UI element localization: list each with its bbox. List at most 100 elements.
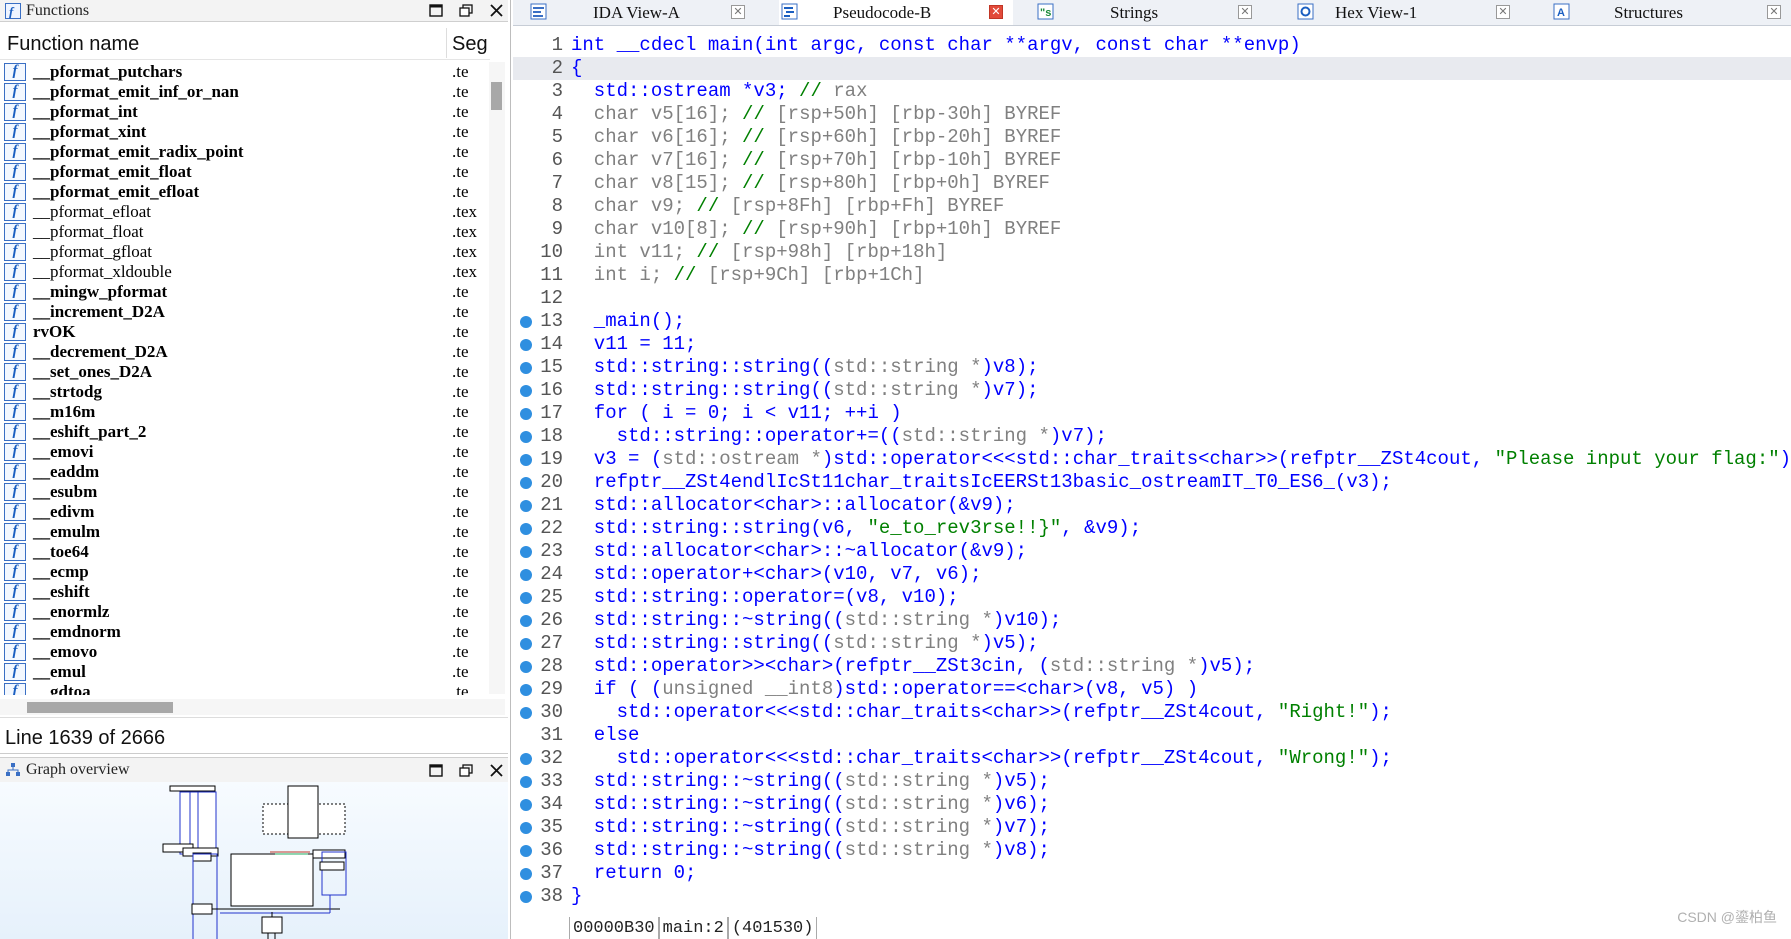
function-row[interactable]: f rvOK .te [0, 322, 486, 342]
function-row[interactable]: f __pformat_float .tex [0, 222, 486, 242]
code-token: std::operator<<<std::char_traits<char>>(… [571, 701, 1278, 723]
code-line[interactable]: 16 std::string::string((std::string *)v7… [513, 379, 1791, 402]
restore-icon[interactable] [458, 3, 474, 19]
function-row[interactable]: f __pformat_gfloat .tex [0, 242, 486, 262]
function-row[interactable]: f __toe64 .te [0, 542, 486, 562]
code-line[interactable]: 9 char v10[8]; // [rsp+90h] [rbp+10h] BY… [513, 218, 1791, 241]
code-comment-or-type: int i; [571, 264, 674, 286]
code-line[interactable]: 28 std::operator>><char>(refptr__ZSt3cin… [513, 655, 1791, 678]
code-line[interactable]: 20 refptr__ZSt4endlIcSt11char_traitsIcEE… [513, 471, 1791, 494]
function-row[interactable]: f __enormlz .te [0, 602, 486, 622]
close-icon[interactable] [488, 762, 504, 778]
function-row[interactable]: f __emovo .te [0, 642, 486, 662]
function-row[interactable]: f __pformat_efloat .tex [0, 202, 486, 222]
function-row[interactable]: f __emul .te [0, 662, 486, 682]
tab-strings[interactable]: "s Strings ✕ [1037, 0, 1267, 25]
function-row[interactable]: f __pformat_emit_radix_point .te [0, 142, 486, 162]
code-line[interactable]: 21 std::allocator<char>::allocator(&v9); [513, 494, 1791, 517]
restore-icon[interactable] [458, 762, 474, 778]
close-icon[interactable]: ✕ [1496, 5, 1510, 19]
function-row[interactable]: f __eaddm .te [0, 462, 486, 482]
function-row[interactable]: f __pformat_xint .te [0, 122, 486, 142]
function-segment: .te [452, 382, 469, 401]
function-row[interactable]: f __pformat_emit_float .te [0, 162, 486, 182]
code-line[interactable]: 11 int i; // [rsp+9Ch] [rbp+1Ch] [513, 264, 1791, 287]
functions-vertical-scrollbar[interactable] [489, 62, 505, 694]
column-segment[interactable]: Seg [452, 33, 488, 56]
code-line[interactable]: 12 [513, 287, 1791, 310]
code-token: )v7); [981, 379, 1039, 401]
scrollbar-thumb[interactable] [27, 702, 173, 713]
function-row[interactable]: f __pformat_emit_efloat .te [0, 182, 486, 202]
function-row[interactable]: f __pformat_putchars .te [0, 62, 486, 82]
code-line[interactable]: 19 v3 = (std::ostream *)std::operator<<<… [513, 448, 1791, 471]
code-line[interactable]: 29 if ( (unsigned __int8)std::operator==… [513, 678, 1791, 701]
close-icon[interactable]: ✕ [989, 5, 1003, 19]
function-row[interactable]: f __pformat_emit_inf_or_nan .te [0, 82, 486, 102]
function-icon: f [4, 243, 26, 261]
function-row[interactable]: f __set_ones_D2A .te [0, 362, 486, 382]
close-icon[interactable]: ✕ [731, 5, 745, 19]
function-row[interactable]: f __mingw_pformat .te [0, 282, 486, 302]
tab-ida-view-a[interactable]: IDA View-A ✕ [513, 0, 756, 25]
function-row[interactable]: f __eshift_part_2 .te [0, 422, 486, 442]
code-line[interactable]: 26 std::string::~string((std::string *)v… [513, 609, 1791, 632]
code-line[interactable]: 31 else [513, 724, 1791, 747]
code-line[interactable]: 5 char v6[16]; // [rsp+60h] [rbp-20h] BY… [513, 126, 1791, 149]
function-row[interactable]: f __pformat_xldouble .tex [0, 262, 486, 282]
code-line[interactable]: 8 char v9; // [rsp+8Fh] [rbp+Fh] BYREF [513, 195, 1791, 218]
code-line[interactable]: 7 char v8[15]; // [rsp+80h] [rbp+0h] BYR… [513, 172, 1791, 195]
code-line[interactable]: 34 std::string::~string((std::string *)v… [513, 793, 1791, 816]
tab-hex-view-1[interactable]: Hex View-1 ✕ [1289, 0, 1524, 25]
column-function-name[interactable]: Function name [7, 33, 139, 56]
function-row[interactable]: f __eshift .te [0, 582, 486, 602]
function-row[interactable]: f __m16m .te [0, 402, 486, 422]
function-row[interactable]: f __emovi .te [0, 442, 486, 462]
function-row[interactable]: f __strtodg .te [0, 382, 486, 402]
code-line[interactable]: 3 std::ostream *v3; // rax [513, 80, 1791, 103]
code-line[interactable]: 27 std::string::string((std::string *)v5… [513, 632, 1791, 655]
code-line[interactable]: 24 std::operator+<char>(v10, v7, v6); [513, 563, 1791, 586]
code-line[interactable]: 15 std::string::string((std::string *)v8… [513, 356, 1791, 379]
function-row[interactable]: f __edivm .te [0, 502, 486, 522]
function-row[interactable]: f __emulm .te [0, 522, 486, 542]
function-row[interactable]: f __increment_D2A .te [0, 302, 486, 322]
code-line[interactable]: 37 return 0; [513, 862, 1791, 885]
code-line[interactable]: 22 std::string::string(v6, "e_to_rev3rse… [513, 517, 1791, 540]
line-number: 36 [540, 839, 563, 861]
code-line[interactable]: 10 int v11; // [rsp+98h] [rbp+18h] [513, 241, 1791, 264]
code-line[interactable]: 25 std::string::operator=(v8, v10); [513, 586, 1791, 609]
code-line[interactable]: 33 std::string::~string((std::string *)v… [513, 770, 1791, 793]
code-line[interactable]: 38} [513, 885, 1791, 908]
code-line[interactable]: 14 v11 = 11; [513, 333, 1791, 356]
tab-structures[interactable]: A Structures ✕ [1550, 0, 1790, 25]
code-line[interactable]: 18 std::string::operator+=((std::string … [513, 425, 1791, 448]
code-line[interactable]: 13 _main(); [513, 310, 1791, 333]
close-icon[interactable] [488, 3, 504, 19]
function-row[interactable]: f __gdtoa .te [0, 682, 486, 695]
function-row[interactable]: f __decrement_D2A .te [0, 342, 486, 362]
code-line[interactable]: 6 char v7[16]; // [rsp+70h] [rbp-10h] BY… [513, 149, 1791, 172]
function-row[interactable]: f __ecmp .te [0, 562, 486, 582]
code-line[interactable]: 36 std::string::~string((std::string *)v… [513, 839, 1791, 862]
functions-horizontal-scrollbar[interactable] [0, 699, 505, 715]
code-line[interactable]: 4 char v5[16]; // [rsp+50h] [rbp-30h] BY… [513, 103, 1791, 126]
close-icon[interactable]: ✕ [1767, 5, 1781, 19]
graph-overview-canvas[interactable] [0, 782, 508, 939]
function-row[interactable]: f __emdnorm .te [0, 622, 486, 642]
function-row[interactable]: f __esubm .te [0, 482, 486, 502]
tab-pseudocode-b[interactable]: Pseudocode-B ✕ [779, 0, 1013, 25]
maximize-icon[interactable] [428, 3, 444, 19]
code-line[interactable]: 1 int __cdecl main(int argc, const char *… [513, 34, 1791, 57]
function-row[interactable]: f __pformat_int .te [0, 102, 486, 122]
scrollbar-thumb[interactable] [491, 82, 502, 110]
code-line[interactable]: 17 for ( i = 0; i < v11; ++i ) [513, 402, 1791, 425]
code-line[interactable]: 30 std::operator<<<std::char_traits<char… [513, 701, 1791, 724]
maximize-icon[interactable] [428, 762, 444, 778]
code-line[interactable]: 23 std::allocator<char>::~allocator(&v9)… [513, 540, 1791, 563]
pseudocode-view[interactable]: 1 int __cdecl main(int argc, const char *… [513, 26, 1791, 911]
close-icon[interactable]: ✕ [1238, 5, 1252, 19]
code-line[interactable]: 2{ [513, 57, 1791, 80]
code-line[interactable]: 35 std::string::~string((std::string *)v… [513, 816, 1791, 839]
code-line[interactable]: 32 std::operator<<<std::char_traits<char… [513, 747, 1791, 770]
